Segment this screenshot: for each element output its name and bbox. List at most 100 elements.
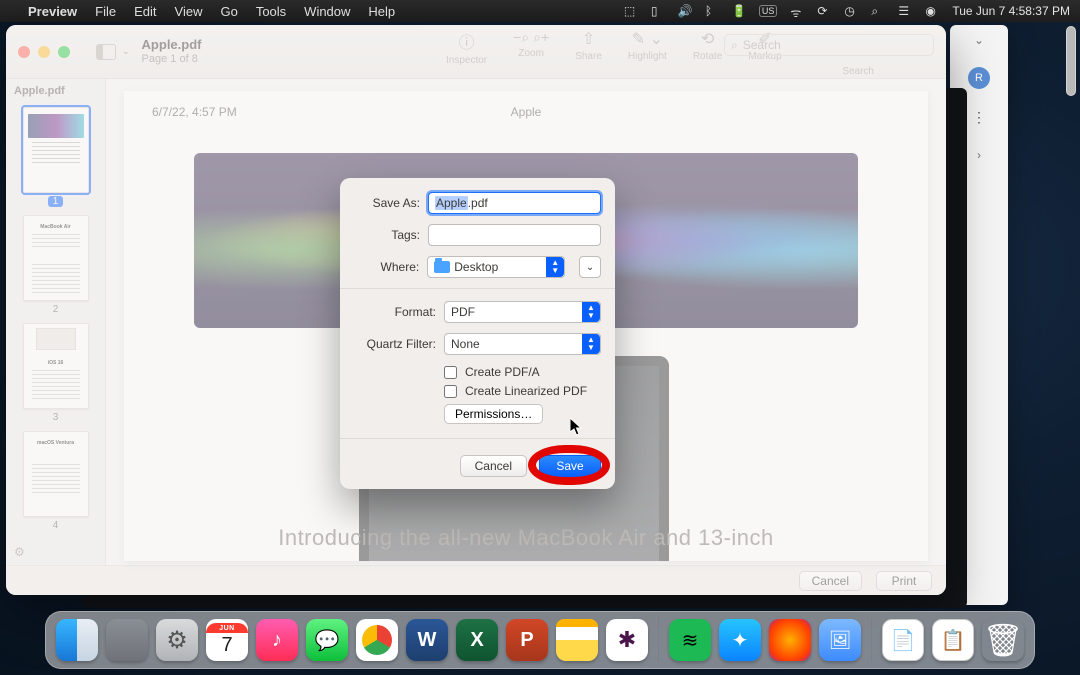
toolbar-inspector[interactable]: ⓘ Inspector xyxy=(446,29,487,66)
bg-avatar[interactable]: R xyxy=(968,67,990,89)
menubar-app-name[interactable]: Preview xyxy=(28,4,77,19)
menubar-right: ⬚ ▯ 🔊 ᛒ 🔋 US ᯤ ⟳ ◷ ⌕ ☰ ◉ Tue Jun 7 4:58:… xyxy=(624,4,1070,18)
wifi-icon[interactable]: ᯤ xyxy=(790,4,804,18)
desktop-scroll xyxy=(1064,26,1078,585)
tags-label: Tags: xyxy=(354,228,420,242)
search-icon[interactable]: ⌕ xyxy=(871,4,885,18)
toolbar-rotate[interactable]: ⟲ Rotate xyxy=(693,29,722,62)
phone-icon[interactable]: ▯ xyxy=(651,4,665,18)
folder-icon xyxy=(434,261,450,273)
dock-music[interactable]: ♪ xyxy=(256,619,298,661)
expand-save-panel-button[interactable]: ⌄ xyxy=(579,256,601,278)
toolbar-share[interactable]: ⇧ Share xyxy=(575,29,602,62)
dock-messages[interactable]: 💬 xyxy=(306,619,348,661)
sidebar-toggle-chevron-icon[interactable]: ⌄ xyxy=(122,46,130,57)
permissions-button[interactable]: Permissions… xyxy=(444,404,543,424)
cancel-button[interactable]: Cancel xyxy=(460,455,527,477)
menu-go[interactable]: Go xyxy=(220,4,237,19)
input-source-icon[interactable]: US xyxy=(759,5,778,17)
page-header-date: 6/7/22, 4:57 PM xyxy=(152,105,237,119)
bg-chevron-right-icon[interactable]: › xyxy=(977,148,981,162)
thumbnail-page-1[interactable]: 1 xyxy=(20,107,92,207)
search-icon: ⌕ xyxy=(731,38,738,53)
print-bottom-bar: Cancel Print xyxy=(6,565,946,595)
print-cancel-button[interactable]: Cancel xyxy=(799,571,862,591)
dock-preview[interactable] xyxy=(819,619,861,661)
dock-word[interactable]: W xyxy=(406,619,448,661)
tags-input[interactable] xyxy=(428,224,601,246)
sidebar-toggle-button[interactable] xyxy=(96,44,116,60)
menu-window[interactable]: Window xyxy=(304,4,350,19)
create-pdfa-checkbox[interactable] xyxy=(444,366,457,379)
fullscreen-window-button[interactable] xyxy=(58,46,70,58)
save-as-label: Save As: xyxy=(354,196,420,210)
thumbnail-page-3[interactable]: iOS 16 3 xyxy=(20,323,92,423)
menu-edit[interactable]: Edit xyxy=(134,4,156,19)
dock-trash[interactable] xyxy=(982,619,1024,661)
create-pdfa-label: Create PDF/A xyxy=(465,365,540,379)
menubar-left: Preview File Edit View Go Tools Window H… xyxy=(10,4,395,19)
dock-excel[interactable]: X xyxy=(456,619,498,661)
dock-chrome[interactable] xyxy=(356,619,398,661)
bg-kebab-icon[interactable]: ⋮ xyxy=(972,109,986,126)
dock-finder[interactable] xyxy=(56,619,98,661)
volume-icon[interactable]: 🔊 xyxy=(678,4,692,18)
dropbox-icon[interactable]: ⬚ xyxy=(624,4,638,18)
scroll-thumb[interactable] xyxy=(1066,26,1076,96)
save-as-input[interactable]: Apple.pdf xyxy=(428,192,601,214)
dock-recent-doc-1[interactable] xyxy=(882,619,924,661)
search-label: Search xyxy=(842,66,874,77)
dock-calendar[interactable]: JUN7 xyxy=(206,619,248,661)
close-window-button[interactable] xyxy=(18,46,30,58)
dock-recent-doc-2[interactable] xyxy=(932,619,974,661)
where-value: Desktop xyxy=(454,260,498,274)
bluetooth-icon[interactable]: ᛒ xyxy=(705,4,719,18)
dock-firefox[interactable] xyxy=(769,619,811,661)
control-center-icon[interactable]: ☰ xyxy=(898,4,912,18)
window-controls xyxy=(18,46,84,58)
menu-view[interactable]: View xyxy=(175,4,203,19)
dock: JUN7 ♪ 💬 W X P xyxy=(45,611,1035,669)
page-header-title: Apple xyxy=(511,105,542,119)
sheet-divider xyxy=(340,438,615,439)
print-button[interactable]: Print xyxy=(876,571,932,591)
search-input[interactable]: ⌕ Search xyxy=(724,34,934,56)
toolbar-rotate-label: Rotate xyxy=(693,51,722,62)
toolbar-highlight[interactable]: ✎ ⌄ Highlight xyxy=(628,29,667,62)
zoom-in-icon[interactable]: ⌕+ xyxy=(533,29,549,46)
format-label: Format: xyxy=(354,305,436,319)
bg-chevron-down-icon[interactable]: ⌄ xyxy=(974,33,984,47)
minimize-window-button[interactable] xyxy=(38,46,50,58)
sidebar-gear-icon[interactable]: ⚙ xyxy=(14,545,25,559)
format-select[interactable]: PDF ▲▼ xyxy=(444,301,601,323)
menu-tools[interactable]: Tools xyxy=(256,4,286,19)
format-value: PDF xyxy=(451,305,475,319)
menubar-clock[interactable]: Tue Jun 7 4:58:37 PM xyxy=(952,4,1070,18)
menu-help[interactable]: Help xyxy=(368,4,395,19)
dock-powerpoint[interactable]: P xyxy=(506,619,548,661)
dock-system-settings[interactable] xyxy=(156,619,198,661)
thumbnail-page-number: 4 xyxy=(53,520,59,531)
siri-icon[interactable]: ◉ xyxy=(925,4,939,18)
thumbnail-page-4[interactable]: macOS Ventura 4 xyxy=(20,431,92,531)
sync-icon[interactable]: ⟳ xyxy=(817,4,831,18)
dock-launchpad[interactable] xyxy=(106,619,148,661)
thumbnail-sidebar: Apple.pdf 1 MacBook Air 2 iOS 16 3 macOS… xyxy=(6,79,106,565)
dock-spotify[interactable] xyxy=(669,619,711,661)
dock-notes[interactable] xyxy=(556,619,598,661)
title-block: Apple.pdf Page 1 of 8 xyxy=(142,38,202,64)
menu-file[interactable]: File xyxy=(95,4,116,19)
dock-safari[interactable] xyxy=(719,619,761,661)
info-icon: ⓘ xyxy=(459,29,475,53)
save-button[interactable]: Save xyxy=(539,455,601,477)
dock-slack[interactable] xyxy=(606,619,648,661)
battery-icon[interactable]: 🔋 xyxy=(732,4,746,18)
quartz-filter-select[interactable]: None ▲▼ xyxy=(444,333,601,355)
where-select[interactable]: Desktop ▲▼ xyxy=(427,256,565,278)
toolbar-search: ⌕ Search Search xyxy=(724,34,934,56)
toolbar-zoom[interactable]: −⌕ ⌕+ Zoom xyxy=(513,29,549,59)
thumbnail-page-2[interactable]: MacBook Air 2 xyxy=(20,215,92,315)
create-linearized-checkbox[interactable] xyxy=(444,385,457,398)
clock-icon[interactable]: ◷ xyxy=(844,4,858,18)
zoom-out-icon[interactable]: −⌕ xyxy=(513,29,529,46)
